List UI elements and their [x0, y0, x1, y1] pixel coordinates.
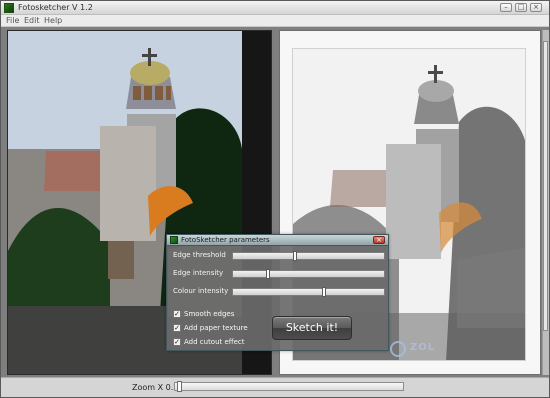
- colour-intensity-thumb[interactable]: [322, 287, 326, 297]
- paper-texture-label: Add paper texture: [184, 324, 248, 332]
- dialog-title: FotoSketcher parameters: [181, 236, 270, 244]
- close-icon[interactable]: ×: [373, 236, 385, 244]
- menu-edit[interactable]: Edit: [24, 16, 40, 25]
- edge-threshold-slider[interactable]: [232, 252, 385, 260]
- paper-texture-option[interactable]: ✓ Add paper texture: [173, 324, 263, 334]
- sketch-it-button[interactable]: Sketch it!: [272, 316, 352, 340]
- edge-threshold-thumb[interactable]: [293, 251, 297, 261]
- close-icon[interactable]: ×: [530, 3, 542, 12]
- menu-bar: File Edit Help: [1, 15, 549, 27]
- smooth-edges-label: Smooth edges: [184, 310, 235, 318]
- zoom-slider-thumb[interactable]: [177, 381, 182, 392]
- menu-help[interactable]: Help: [44, 16, 62, 25]
- app-icon: [170, 236, 178, 244]
- watermark-text: ZOL: [410, 342, 436, 353]
- window-titlebar[interactable]: Fotosketcher V 1.2 – □ ×: [1, 1, 549, 15]
- app-icon: [4, 3, 14, 13]
- smooth-edges-checkbox[interactable]: ✓: [173, 310, 181, 318]
- edge-intensity-thumb[interactable]: [266, 269, 270, 279]
- zoom-slider[interactable]: [174, 382, 404, 391]
- app-window: Fotosketcher V 1.2 – □ × File Edit Help: [0, 0, 550, 398]
- menu-file[interactable]: File: [6, 16, 19, 25]
- watermark-logo-icon: [390, 341, 406, 357]
- edge-threshold-label: Edge threshold: [173, 251, 226, 259]
- minimize-icon[interactable]: –: [500, 3, 512, 12]
- colour-intensity-label: Colour intensity: [173, 287, 229, 295]
- cutout-effect-label: Add cutout effect: [184, 338, 245, 346]
- vertical-scrollbar-thumb[interactable]: [543, 41, 548, 331]
- colour-intensity-slider[interactable]: [232, 288, 385, 296]
- parameters-dialog: FotoSketcher parameters × Edge threshold…: [166, 234, 389, 351]
- maximize-icon[interactable]: □: [515, 3, 527, 12]
- edge-intensity-label: Edge intensity: [173, 269, 224, 277]
- paper-texture-checkbox[interactable]: ✓: [173, 324, 181, 332]
- smooth-edges-option[interactable]: ✓ Smooth edges: [173, 310, 263, 320]
- dialog-titlebar[interactable]: FotoSketcher parameters ×: [167, 235, 388, 246]
- cutout-effect-checkbox[interactable]: ✓: [173, 338, 181, 346]
- cutout-effect-option[interactable]: ✓ Add cutout effect: [173, 338, 263, 348]
- edge-intensity-slider[interactable]: [232, 270, 385, 278]
- watermark: ZOL: [390, 340, 514, 358]
- window-title: Fotosketcher V 1.2: [18, 3, 93, 12]
